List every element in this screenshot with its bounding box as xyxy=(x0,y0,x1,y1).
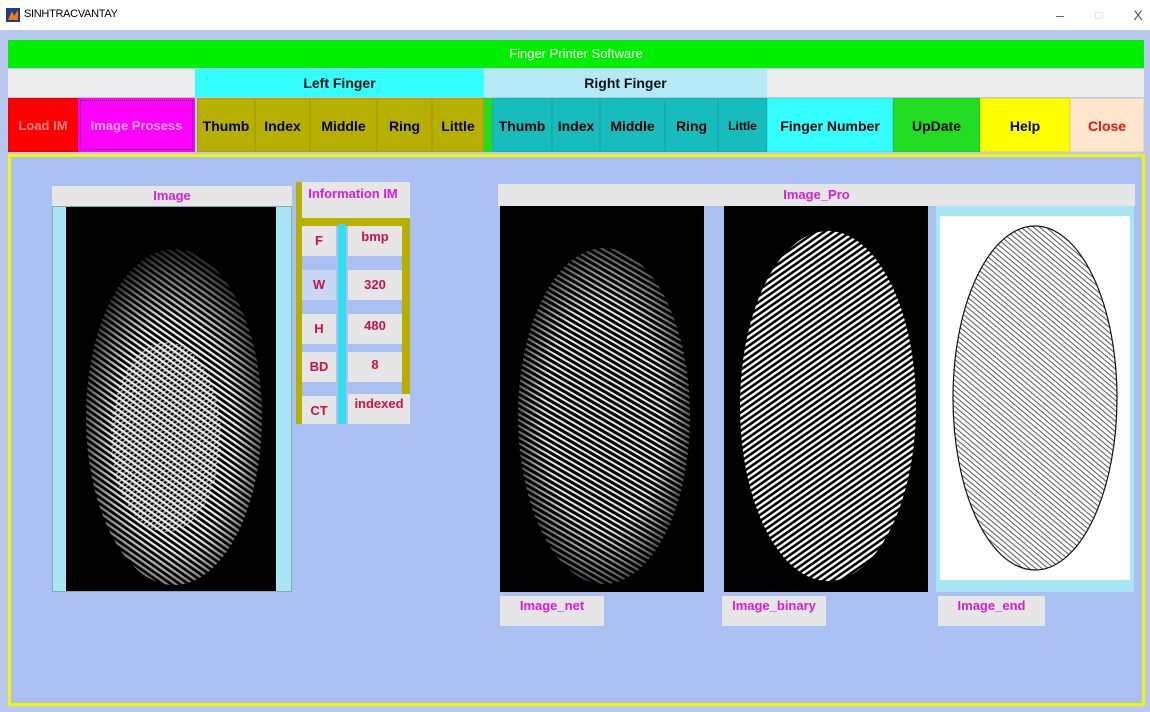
image-panel-title: Image xyxy=(52,186,292,206)
info-key-format: F xyxy=(302,226,336,256)
close-button[interactable]: Close xyxy=(1070,98,1144,152)
help-button[interactable]: Help xyxy=(980,98,1070,152)
image-process-button[interactable]: Image Prosess xyxy=(80,100,193,150)
fingerprint-image xyxy=(66,207,276,591)
info-key-bitdepth: BD xyxy=(302,352,336,382)
info-value-colortype: indexed xyxy=(348,394,410,424)
info-value-format: bmp xyxy=(348,226,402,256)
info-key-width: W xyxy=(302,270,336,300)
toolbar-divider xyxy=(484,98,492,152)
image-pro-title: Image_Pro xyxy=(498,184,1135,206)
app-header-title: Finger Printer Software xyxy=(8,40,1144,68)
info-key-colortype: CT xyxy=(302,396,336,424)
image-end xyxy=(940,216,1130,580)
minimize-button[interactable]: – xyxy=(1048,4,1072,26)
info-value-width: 320 xyxy=(348,270,402,300)
info-value-height: 480 xyxy=(348,314,402,344)
right-index-button[interactable]: Index xyxy=(552,98,600,152)
maximize-button[interactable]: □ xyxy=(1087,4,1111,26)
info-key-height: H xyxy=(302,314,336,344)
left-thumb-button[interactable]: Thumb xyxy=(197,98,255,152)
image-binary xyxy=(724,206,928,592)
info-top-strip xyxy=(302,218,402,226)
finger-number-button[interactable]: Finger Number xyxy=(767,98,893,152)
info-value-bitdepth: 8 xyxy=(348,352,402,382)
window-titlebar xyxy=(0,0,1150,30)
right-little-button[interactable]: Little xyxy=(718,98,767,152)
load-image-button[interactable]: Load IM xyxy=(8,98,78,152)
image-binary-label: Image_binary xyxy=(722,596,826,626)
left-middle-button[interactable]: Middle xyxy=(310,98,377,152)
image-end-label: Image_end xyxy=(938,596,1045,626)
right-finger-label: Right Finger xyxy=(484,69,767,97)
group-spacer-right xyxy=(767,69,1144,97)
info-right-strip xyxy=(402,218,410,394)
right-thumb-button[interactable]: Thumb xyxy=(492,98,552,152)
info-divider xyxy=(338,224,346,424)
image-net-label: Image_net xyxy=(500,596,604,626)
left-index-button[interactable]: Index xyxy=(255,98,310,152)
app-icon xyxy=(6,8,20,22)
close-window-button[interactable]: X xyxy=(1126,4,1150,26)
update-button[interactable]: UpDate xyxy=(893,98,980,152)
window-title: SINHTRACVANTAY xyxy=(24,8,118,20)
right-ring-button[interactable]: Ring xyxy=(665,98,718,152)
right-middle-button[interactable]: Middle xyxy=(600,98,665,152)
group-spacer-left xyxy=(8,69,195,97)
left-finger-label: Left Finger xyxy=(195,69,484,97)
left-little-button[interactable]: Little xyxy=(432,98,484,152)
left-ring-button[interactable]: Ring xyxy=(377,98,432,152)
image-net xyxy=(500,206,704,592)
